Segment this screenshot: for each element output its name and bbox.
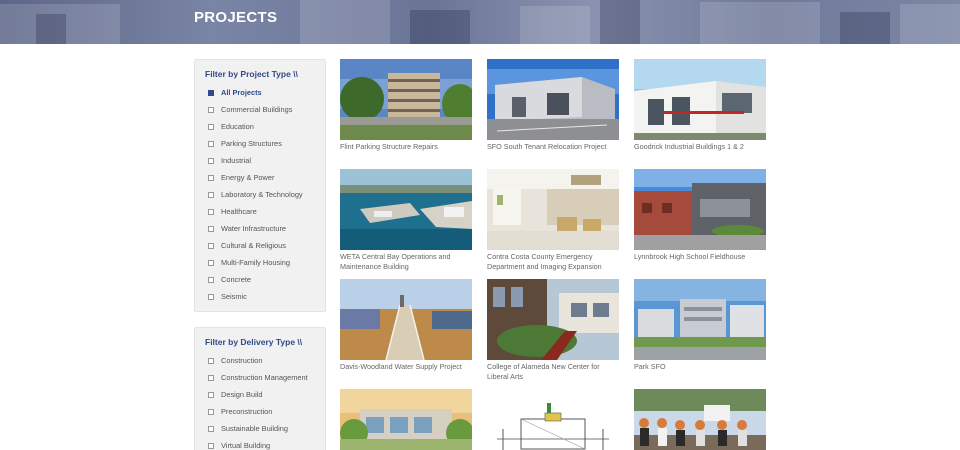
page-banner: PROJECTS — [0, 0, 960, 44]
filter-label: Industrial — [221, 156, 251, 165]
checkbox-icon[interactable] — [208, 391, 214, 398]
project-title[interactable]: Davis-Woodland Water Supply Project — [340, 362, 472, 372]
project-type-filter-title: Filter by Project Type \\ — [205, 69, 298, 79]
project-card[interactable]: College of Alameda New Center for Libera… — [487, 279, 619, 381]
checkbox-icon[interactable] — [208, 140, 214, 147]
project-card[interactable] — [487, 389, 619, 450]
filter-label: Water Infrastructure — [221, 224, 287, 233]
project-card[interactable]: Davis-Woodland Water Supply Project — [340, 279, 472, 372]
project-card[interactable]: Lynnbrook High School Fieldhouse — [634, 169, 766, 262]
project-card[interactable] — [634, 389, 766, 450]
filter-item[interactable]: Water Infrastructure — [208, 220, 325, 237]
filter-label: Healthcare — [221, 207, 257, 216]
project-image[interactable] — [634, 169, 766, 250]
filter-item[interactable]: Multi-Family Housing — [208, 254, 325, 271]
checkbox-icon[interactable] — [208, 191, 214, 198]
project-card[interactable]: Park SFO — [634, 279, 766, 372]
project-image[interactable] — [634, 279, 766, 360]
project-title[interactable]: Goodrick Industrial Buildings 1 & 2 — [634, 142, 766, 152]
delivery-type-filter: Filter by Delivery Type \\ Construction C… — [194, 327, 326, 450]
filter-label: Education — [221, 122, 254, 131]
filter-label: Construction Management — [221, 373, 308, 382]
project-image[interactable] — [487, 59, 619, 140]
checkbox-icon[interactable] — [208, 408, 214, 415]
checkbox-icon[interactable] — [208, 357, 214, 364]
filter-label: Concrete — [221, 275, 251, 284]
project-title[interactable]: SFO South Tenant Relocation Project — [487, 142, 619, 152]
checkbox-icon[interactable] — [208, 259, 214, 266]
checkbox-icon[interactable] — [208, 174, 214, 181]
filter-item[interactable]: Sustainable Building — [208, 420, 325, 437]
project-card[interactable] — [340, 389, 472, 450]
project-card[interactable]: Flint Parking Structure Repairs — [340, 59, 472, 152]
checkbox-icon[interactable] — [208, 157, 214, 164]
checkbox-icon[interactable] — [208, 374, 214, 381]
project-title[interactable]: Flint Parking Structure Repairs — [340, 142, 472, 152]
checkbox-icon[interactable] — [208, 276, 214, 283]
project-image[interactable] — [487, 169, 619, 250]
checkbox-icon[interactable] — [208, 293, 214, 300]
filter-item[interactable]: Cultural & Religious — [208, 237, 325, 254]
page-title: PROJECTS — [194, 9, 278, 26]
filter-item[interactable]: Concrete — [208, 271, 325, 288]
filter-label: Seismic — [221, 292, 247, 301]
project-type-filter: Filter by Project Type \\ All Projects Co… — [194, 59, 326, 312]
project-image[interactable] — [340, 59, 472, 140]
filter-item[interactable]: Commercial Buildings — [208, 101, 325, 118]
filter-item[interactable]: Construction — [208, 352, 325, 369]
project-image[interactable] — [340, 169, 472, 250]
filter-label: Cultural & Religious — [221, 241, 286, 250]
filter-item[interactable]: Preconstruction — [208, 403, 325, 420]
filter-item[interactable]: Industrial — [208, 152, 325, 169]
checkbox-icon[interactable] — [208, 225, 214, 232]
checkbox-icon[interactable] — [208, 106, 214, 113]
filter-label: Virtual Building — [221, 441, 271, 450]
filter-item[interactable]: Virtual Building — [208, 437, 325, 450]
checkbox-icon[interactable] — [208, 242, 214, 249]
project-title[interactable]: Lynnbrook High School Fieldhouse — [634, 252, 766, 262]
filter-item[interactable]: Parking Structures — [208, 135, 325, 152]
filter-label: Construction — [221, 356, 263, 365]
filter-label: Laboratory & Technology — [221, 190, 303, 199]
checkbox-icon[interactable] — [208, 123, 214, 130]
delivery-type-filter-title: Filter by Delivery Type \\ — [205, 337, 303, 347]
project-image[interactable] — [487, 389, 619, 450]
filter-item[interactable]: Education — [208, 118, 325, 135]
filter-label: Multi-Family Housing — [221, 258, 290, 267]
filter-label: Parking Structures — [221, 139, 282, 148]
filter-label: Preconstruction — [221, 407, 273, 416]
checkbox-icon[interactable] — [208, 208, 214, 215]
project-card[interactable]: Contra Costa County Emergency Department… — [487, 169, 619, 271]
project-image[interactable] — [340, 389, 472, 450]
project-title[interactable]: WETA Central Bay Operations and Maintena… — [340, 252, 472, 271]
project-card[interactable]: Goodrick Industrial Buildings 1 & 2 — [634, 59, 766, 152]
project-card[interactable]: WETA Central Bay Operations and Maintena… — [340, 169, 472, 271]
checkbox-icon[interactable] — [208, 425, 214, 432]
project-title[interactable]: Contra Costa County Emergency Department… — [487, 252, 619, 271]
project-card[interactable]: SFO South Tenant Relocation Project — [487, 59, 619, 152]
filter-label: Design Build — [221, 390, 263, 399]
filter-label: All Projects — [221, 88, 262, 97]
project-image[interactable] — [634, 59, 766, 140]
project-title[interactable]: Park SFO — [634, 362, 766, 372]
filter-label: Energy & Power — [221, 173, 275, 182]
filter-label: Sustainable Building — [221, 424, 288, 433]
filter-label: Commercial Buildings — [221, 105, 293, 114]
filter-item[interactable]: Energy & Power — [208, 169, 325, 186]
project-image[interactable] — [487, 279, 619, 360]
project-image[interactable] — [634, 389, 766, 450]
project-title[interactable]: College of Alameda New Center for Libera… — [487, 362, 619, 381]
checkbox-icon[interactable] — [208, 442, 214, 449]
filter-item[interactable]: All Projects — [208, 84, 325, 101]
filter-item[interactable]: Healthcare — [208, 203, 325, 220]
filter-item[interactable]: Design Build — [208, 386, 325, 403]
filter-item[interactable]: Laboratory & Technology — [208, 186, 325, 203]
project-image[interactable] — [340, 279, 472, 360]
filter-item[interactable]: Construction Management — [208, 369, 325, 386]
checkbox-icon[interactable] — [208, 89, 214, 96]
filter-item[interactable]: Seismic — [208, 288, 325, 305]
